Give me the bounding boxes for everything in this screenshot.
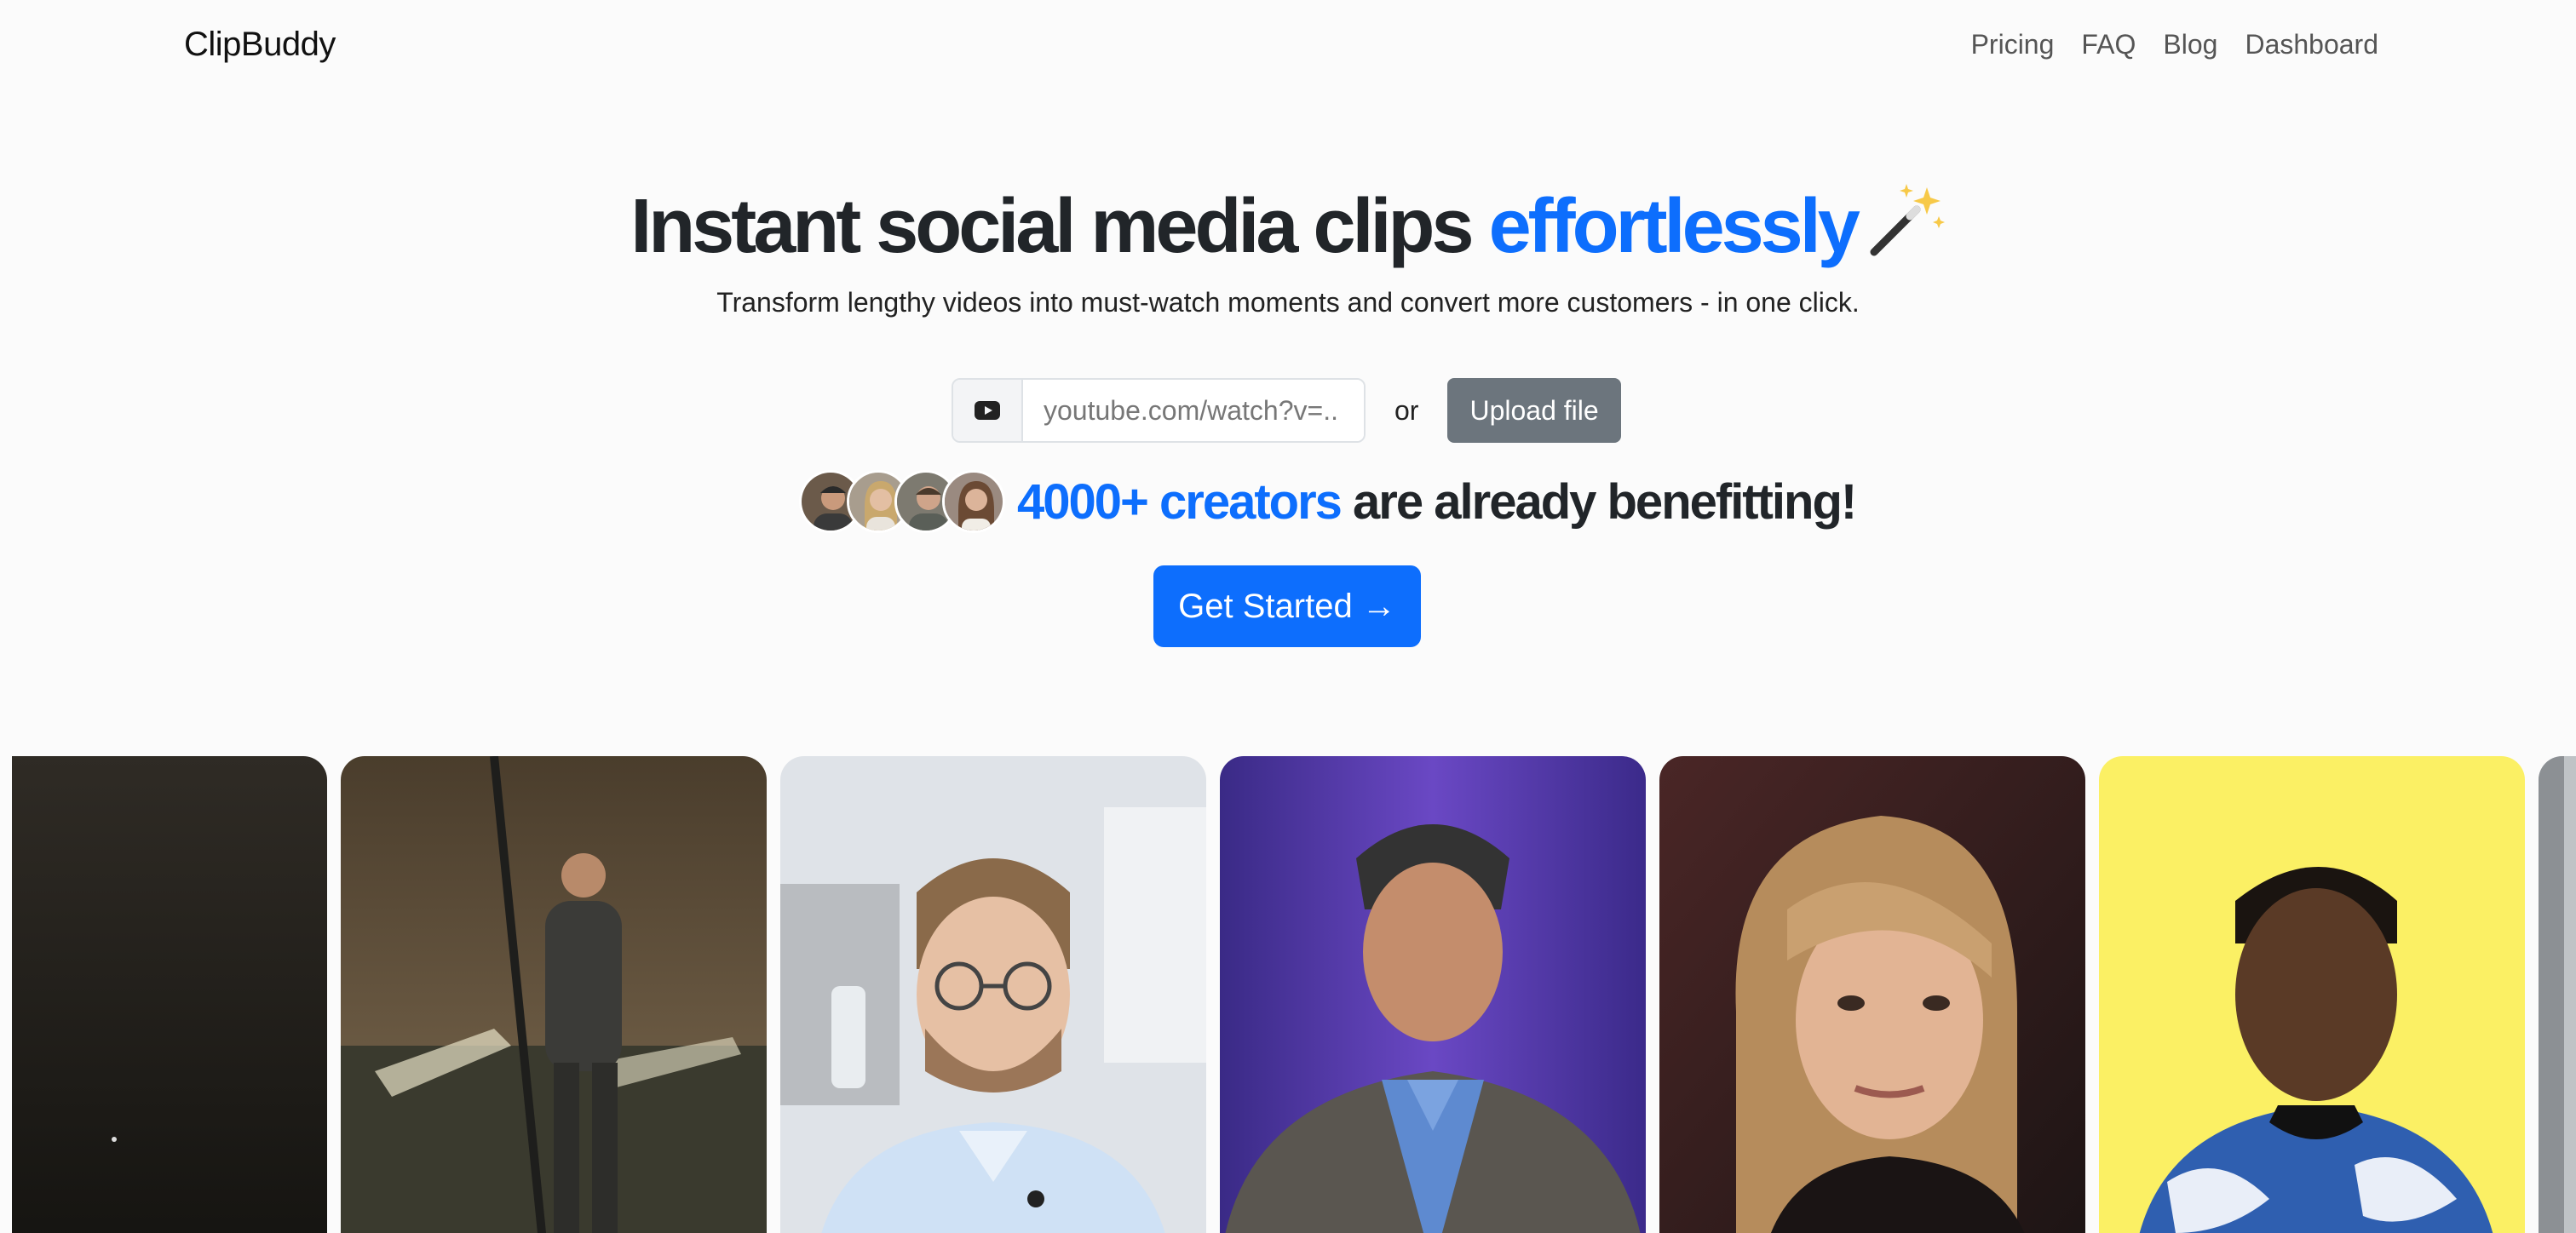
avatar	[942, 470, 1005, 533]
clip-partial-thumbnail	[2539, 756, 2576, 1233]
nav-link-faq[interactable]: FAQ	[2081, 29, 2136, 60]
clip-card[interactable]	[2539, 756, 2576, 1233]
upload-file-button[interactable]: Upload file	[1447, 378, 1621, 443]
nav-links: Pricing FAQ Blog Dashboard	[1971, 29, 2378, 60]
clip-speaker-stage-thumbnail	[1220, 756, 1646, 1233]
video-input-row: or Upload file	[952, 378, 1621, 443]
or-label: or	[1394, 394, 1419, 426]
social-proof-rest: are already benefitting!	[1340, 473, 1857, 530]
youtube-icon	[953, 380, 1023, 441]
hero-title: Instant social media clips effortlessly	[0, 179, 2576, 271]
clip-card[interactable]	[1659, 756, 2085, 1233]
creator-avatars	[799, 470, 1005, 533]
youtube-url-input[interactable]	[1023, 380, 1364, 441]
nav-link-blog[interactable]: Blog	[2163, 29, 2217, 60]
clip-dark-tunnel-thumbnail	[12, 756, 327, 1233]
clip-woman-blonde-thumbnail	[1659, 756, 2085, 1233]
clip-sewer-worker-thumbnail	[341, 756, 767, 1233]
clip-man-yellow-bg-thumbnail	[2099, 756, 2525, 1233]
clip-card[interactable]	[12, 756, 327, 1233]
brand-logo[interactable]: ClipBuddy	[184, 26, 336, 64]
creators-count: 4000+ creators	[1017, 473, 1343, 530]
clip-card[interactable]	[2099, 756, 2525, 1233]
clip-card[interactable]	[780, 756, 1206, 1233]
url-input-group	[952, 378, 1366, 443]
clip-card[interactable]	[1220, 756, 1646, 1233]
hero-title-main: Instant social media clips	[630, 184, 1489, 269]
video-clips-carousel	[0, 756, 2576, 1233]
clip-card[interactable]	[341, 756, 767, 1233]
social-proof-text: 4000+ creators are already benefitting!	[1017, 473, 1857, 530]
nav-link-pricing[interactable]: Pricing	[1971, 29, 2055, 60]
social-proof: 4000+ creators are already benefitting!	[799, 470, 1857, 533]
hero-subtitle: Transform lengthy videos into must-watch…	[716, 287, 1860, 318]
magic-wand-icon	[1864, 179, 1946, 261]
hero-title-accent: effortlessly	[1488, 184, 1860, 269]
get-started-button[interactable]: Get Started →	[1153, 565, 1421, 647]
navbar: ClipBuddy Pricing FAQ Blog Dashboard	[0, 0, 2576, 99]
nav-link-dashboard[interactable]: Dashboard	[2245, 29, 2378, 60]
clip-man-glasses-thumbnail	[780, 756, 1206, 1233]
